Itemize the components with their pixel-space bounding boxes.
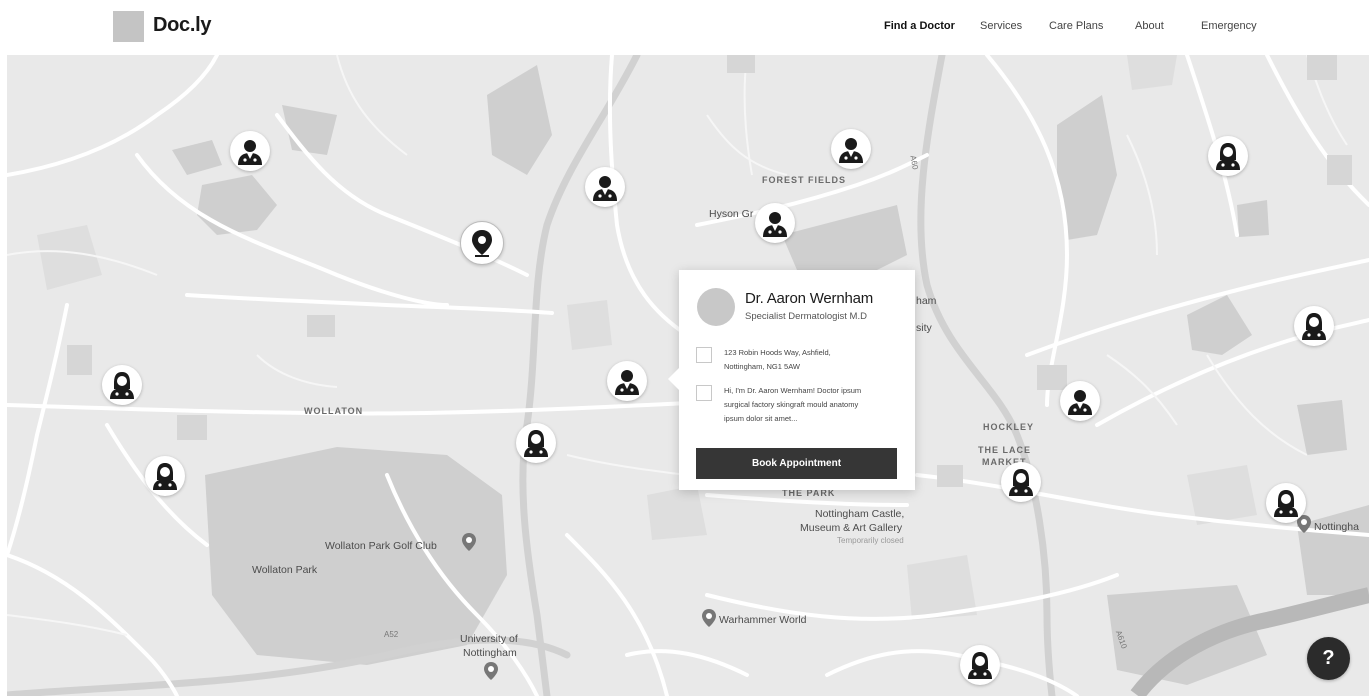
logo-icon[interactable] [113, 11, 144, 42]
map-label-university-1: University of [460, 633, 518, 645]
nav-about[interactable]: About [1135, 20, 1164, 32]
doctor-pin[interactable] [1060, 381, 1100, 421]
map-label-nottingham-edge: Nottingha [1314, 521, 1359, 533]
female-doctor-icon [110, 372, 134, 399]
doctor-pin[interactable] [1001, 462, 1041, 502]
map-label-wollaton: WOLLATON [304, 406, 364, 416]
female-doctor-icon [1274, 490, 1298, 517]
map-label-castle-2: Museum & Art Gallery [800, 522, 903, 534]
doctor-name: Dr. Aaron Wernham [745, 290, 874, 307]
doctor-pin[interactable] [145, 456, 185, 496]
map-label-a52: A52 [384, 630, 399, 639]
female-doctor-icon [1216, 143, 1240, 170]
bio-line-1: Hi, I'm Dr. Aaron Wernham! Doctor ipsum [724, 386, 862, 395]
address-line-1: 123 Robin Hoods Way, Ashfield, [724, 348, 831, 357]
doctor-pin[interactable] [102, 365, 142, 405]
male-doctor-icon [238, 140, 262, 165]
map-label-castle-status: Temporarily closed [837, 536, 904, 545]
doctor-bio: Hi, I'm Dr. Aaron Wernham! Doctor ipsum … [724, 384, 902, 426]
bio-line-3: ipsum dolor sit amet... [724, 414, 798, 423]
nav-care-plans[interactable]: Care Plans [1049, 20, 1103, 32]
female-doctor-icon [153, 463, 177, 490]
location-pin-icon [472, 230, 492, 257]
warhammer-marker-icon [702, 609, 716, 627]
map-label-university-2: Nottingham [463, 647, 517, 659]
university-marker-icon [484, 662, 498, 680]
female-doctor-icon [968, 652, 992, 679]
doctor-avatar [697, 288, 735, 326]
male-doctor-icon [1068, 390, 1092, 415]
bio-icon-placeholder [696, 385, 712, 401]
bio-line-2: surgical factory skingraft mould anatomy [724, 400, 859, 409]
top-navigation-bar: Doc.ly Find a Doctor Services Care Plans… [0, 0, 1369, 55]
doctor-pin[interactable] [1266, 483, 1306, 523]
male-doctor-icon [615, 370, 639, 395]
male-doctor-icon [839, 138, 863, 163]
nav-emergency[interactable]: Emergency [1201, 20, 1257, 32]
map-label-wollaton-park: Wollaton Park [252, 564, 318, 576]
male-doctor-icon [763, 212, 787, 237]
doctor-pin-selected[interactable] [607, 361, 647, 401]
nav-find-a-doctor[interactable]: Find a Doctor [884, 20, 955, 32]
map-label-ham-fragment: ham [916, 295, 937, 307]
male-doctor-icon [593, 176, 617, 201]
nav-services[interactable]: Services [980, 20, 1022, 32]
help-button[interactable]: ? [1307, 637, 1350, 680]
female-doctor-icon [1009, 469, 1033, 496]
map-label-lace-1: THE LACE [978, 445, 1031, 455]
address-line-2: Nottingham, NG1 5AW [724, 362, 800, 371]
doctor-pin[interactable] [585, 167, 625, 207]
card-pointer-arrow [668, 367, 680, 391]
doctor-pin[interactable] [1294, 306, 1334, 346]
map-label-sity-fragment: sity [916, 322, 932, 334]
doctor-pin[interactable] [831, 129, 871, 169]
map-label-hockley: HOCKLEY [983, 422, 1035, 432]
map-label-hyson-green: Hyson Gr [709, 208, 754, 220]
doctor-address: 123 Robin Hoods Way, Ashfield, Nottingha… [724, 346, 902, 374]
map-label-wollaton-golf: Wollaton Park Golf Club [325, 540, 437, 552]
doctor-specialty: Specialist Dermatologist M.D [745, 311, 867, 322]
doctor-pin[interactable] [516, 423, 556, 463]
doctor-pin[interactable] [1208, 136, 1248, 176]
golf-club-marker-icon [462, 533, 476, 551]
female-doctor-icon [1302, 313, 1326, 340]
doctor-info-card: Dr. Aaron Wernham Specialist Dermatologi… [668, 270, 915, 490]
map-label-castle-1: Nottingham Castle, [815, 508, 905, 520]
female-doctor-icon [524, 430, 548, 457]
map-label-warhammer: Warhammer World [719, 614, 807, 626]
doctor-pin[interactable] [755, 203, 795, 243]
address-icon-placeholder [696, 347, 712, 363]
doctor-pin[interactable] [230, 131, 270, 171]
brand-name[interactable]: Doc.ly [153, 14, 212, 37]
map-label-forest-fields: FOREST FIELDS [762, 175, 847, 185]
doctor-pin[interactable] [960, 645, 1000, 685]
book-appointment-button[interactable]: Book Appointment [696, 448, 897, 479]
current-location-pin[interactable] [460, 221, 504, 265]
